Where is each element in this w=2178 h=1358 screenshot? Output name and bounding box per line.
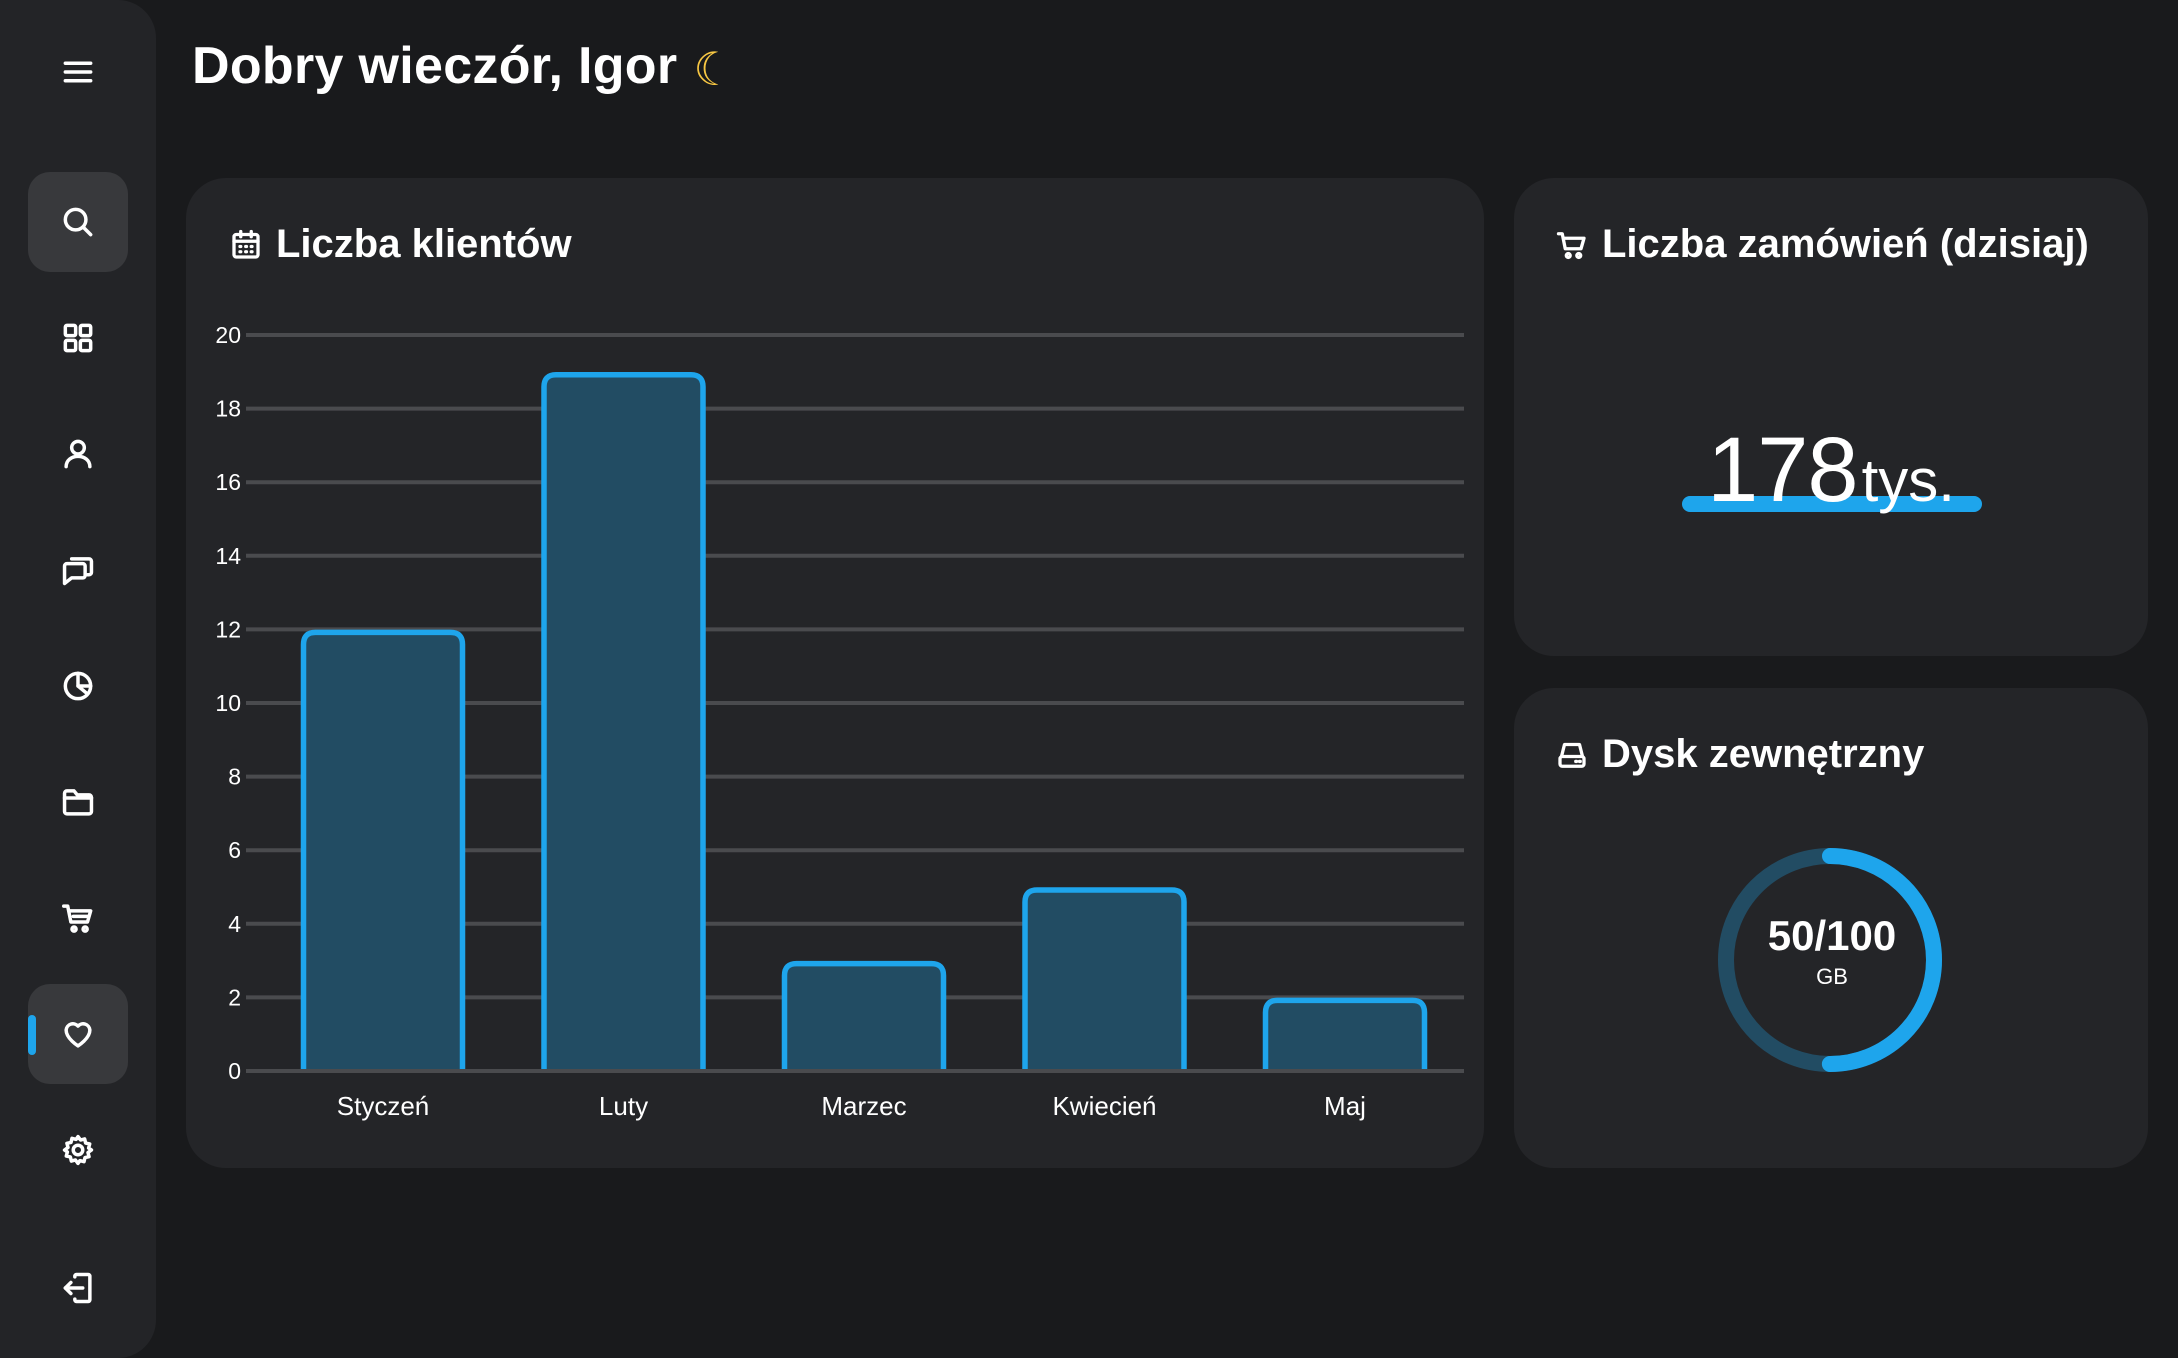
y-tick-label: 4 bbox=[228, 911, 241, 937]
x-tick-label: Luty bbox=[599, 1091, 648, 1121]
bar-luty[interactable] bbox=[541, 372, 706, 1069]
bar-kwiecień[interactable] bbox=[1022, 887, 1187, 1069]
orders-card: Liczba zamówień (dzisiaj) bbox=[1514, 178, 2148, 656]
x-tick-label: Styczeń bbox=[337, 1091, 430, 1121]
orders-card-title: Liczba zamówień (dzisiaj) bbox=[1554, 222, 2089, 267]
y-tick-label: 10 bbox=[215, 690, 241, 716]
y-tick-label: 12 bbox=[215, 616, 241, 642]
x-tick-label: Kwiecień bbox=[1052, 1091, 1156, 1121]
bar-styczeń[interactable] bbox=[300, 629, 466, 1069]
y-tick-label: 8 bbox=[228, 764, 241, 790]
disk-card-title-text: Dysk zewnętrzny bbox=[1602, 732, 1925, 776]
disk-usage-label: 50/100 GB bbox=[1682, 912, 1982, 990]
y-tick-label: 18 bbox=[215, 396, 241, 422]
orders-value: 178tys. bbox=[1514, 418, 2148, 523]
disk-usage-unit: GB bbox=[1816, 964, 1848, 989]
x-tick-label: Marzec bbox=[821, 1091, 906, 1121]
y-tick-label: 0 bbox=[228, 1058, 241, 1084]
y-tick-label: 14 bbox=[215, 543, 241, 569]
orders-card-title-text: Liczba zamówień (dzisiaj) bbox=[1602, 222, 2089, 266]
disk-usage-value: 50/100 bbox=[1767, 912, 1897, 959]
x-tick-label: Maj bbox=[1324, 1091, 1366, 1121]
bar-maj[interactable] bbox=[1262, 997, 1428, 1069]
orders-unit: tys. bbox=[1861, 447, 1955, 514]
bar-marzec[interactable] bbox=[781, 960, 947, 1069]
y-tick-label: 6 bbox=[228, 837, 241, 863]
orders-number: 178 bbox=[1707, 419, 1858, 521]
hard-drive-icon bbox=[1558, 742, 1586, 768]
y-tick-label: 16 bbox=[215, 469, 241, 495]
y-tick-label: 20 bbox=[215, 322, 241, 348]
cart-icon bbox=[1556, 231, 1586, 259]
y-tick-label: 2 bbox=[228, 984, 241, 1010]
disk-card-title: Dysk zewnętrzny bbox=[1554, 732, 1924, 777]
